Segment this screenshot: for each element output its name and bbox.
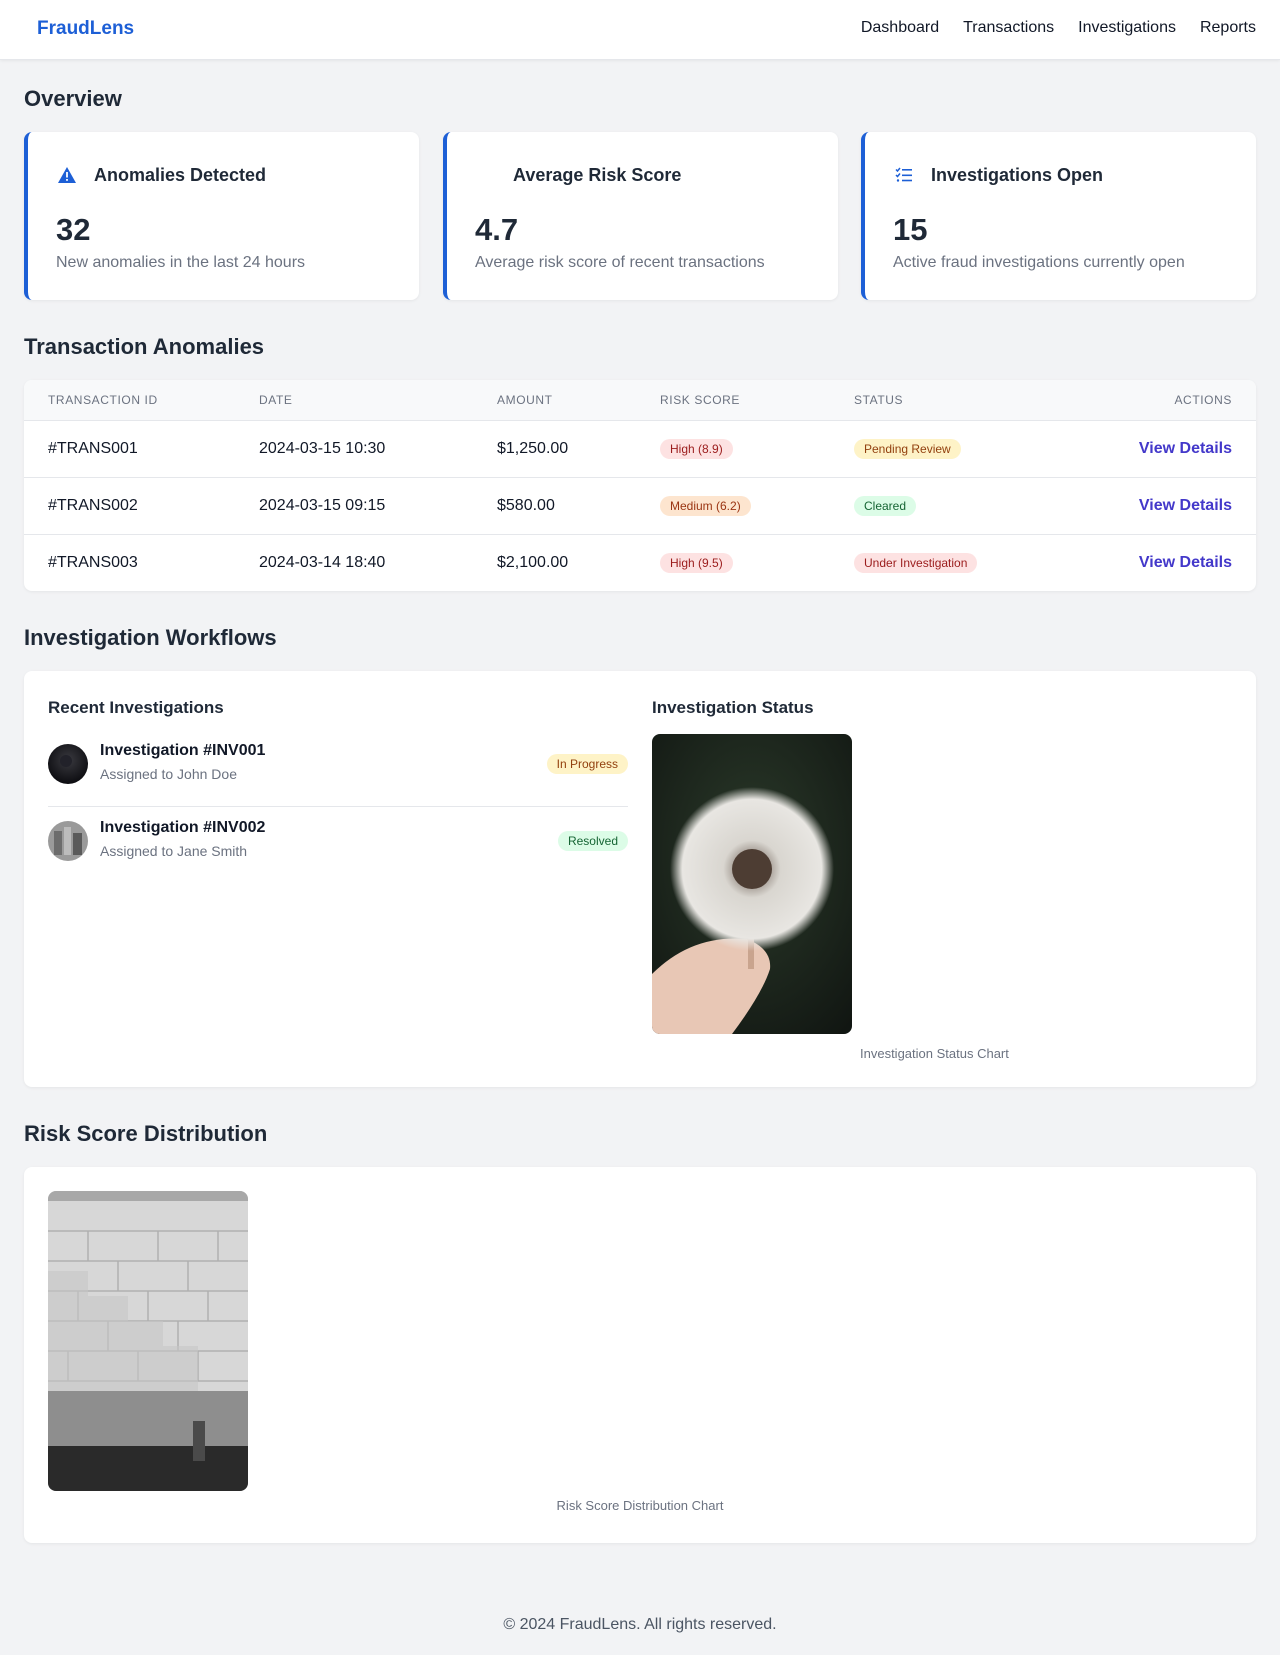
investigation-title: Investigation #INV001 [100, 742, 266, 759]
recent-investigations-title: Recent Investigations [48, 698, 224, 717]
column-header: RISK SCORE [636, 380, 830, 421]
avatar [48, 821, 88, 861]
transaction-date: 2024-03-15 10:30 [259, 439, 386, 457]
column-header: AMOUNT [473, 380, 636, 421]
footer-copyright: © 2024 FraudLens. All rights reserved. [503, 1616, 777, 1633]
column-header: TRANSACTION ID [24, 380, 235, 421]
transaction-date: 2024-03-14 18:40 [259, 553, 386, 571]
transaction-amount: $1,250.00 [497, 439, 569, 457]
risk-score-card: Average Risk Score 4.7 Average risk scor… [443, 132, 838, 300]
column-header: ACTIONS [1030, 380, 1256, 421]
card-label: Investigations Open [931, 164, 1104, 185]
warning-triangle-icon [56, 164, 78, 186]
overview-title: Overview [24, 86, 122, 111]
anomalies-table: TRANSACTION ID DATE AMOUNT RISK SCORE ST… [24, 380, 1256, 591]
brand-logo[interactable]: FraudLens [37, 18, 134, 40]
top-navbar: FraudLens Dashboard Transactions Investi… [0, 0, 1280, 60]
card-description: New anomalies in the last 24 hours [56, 254, 306, 271]
card-value: 32 [56, 212, 91, 247]
column-header: STATUS [830, 380, 1030, 421]
status-badge: Resolved [557, 831, 628, 851]
nav-investigations[interactable]: Investigations [1078, 19, 1176, 37]
transaction-id: #TRANS003 [48, 553, 138, 571]
investigation-item[interactable]: Investigation #INV002 Assigned to Jane S… [48, 807, 628, 884]
card-value: 15 [893, 212, 928, 247]
transaction-amount: $2,100.00 [497, 553, 569, 571]
transaction-id: #TRANS002 [48, 496, 138, 514]
investigation-assignee: Assigned to John Doe [100, 766, 237, 782]
card-label: Average Risk Score [513, 164, 682, 185]
transaction-amount: $580.00 [497, 496, 555, 514]
view-details-link[interactable]: View Details [1139, 554, 1232, 571]
risk-badge: Medium (6.2) [660, 495, 751, 516]
risk-badge: High (8.9) [660, 438, 733, 459]
table-row: #TRANS003 2024-03-14 18:40 $2,100.00 Hig… [24, 534, 1256, 591]
investigation-status-title: Investigation Status [652, 698, 814, 717]
status-badge: Under Investigation [854, 552, 978, 573]
card-description: Active fraud investigations currently op… [893, 254, 1185, 271]
card-value: 4.7 [475, 212, 519, 247]
workflows-panel: Recent Investigations Investigation #INV… [24, 671, 1256, 1087]
risk-title: Risk Score Distribution [24, 1121, 268, 1146]
table-row: #TRANS001 2024-03-15 10:30 $1,250.00 Hig… [24, 420, 1256, 477]
view-details-link[interactable]: View Details [1139, 497, 1232, 514]
table-row: #TRANS002 2024-03-15 09:15 $580.00 Mediu… [24, 477, 1256, 534]
chart-icon [475, 164, 497, 186]
nav-reports[interactable]: Reports [1200, 19, 1256, 37]
risk-badge: High (9.5) [660, 552, 733, 573]
status-badge: Pending Review [854, 438, 961, 459]
workflows-title: Investigation Workflows [24, 625, 277, 650]
column-header: DATE [235, 380, 473, 421]
view-details-link[interactable]: View Details [1139, 440, 1232, 457]
checklist-icon [893, 164, 915, 186]
dandelion-photo [652, 734, 852, 1034]
transaction-date: 2024-03-15 09:15 [259, 496, 386, 514]
status-badge: Cleared [854, 495, 917, 516]
risk-panel: Risk Score Distribution Chart [24, 1167, 1256, 1543]
status-badge: In Progress [546, 754, 628, 774]
transaction-id: #TRANS001 [48, 439, 138, 457]
nav-transactions[interactable]: Transactions [963, 19, 1054, 37]
investigation-status-caption: Investigation Status Chart [860, 1046, 1009, 1061]
risk-distribution-caption: Risk Score Distribution Chart [556, 1498, 724, 1513]
avatar [48, 744, 88, 784]
anomalies-card: Anomalies Detected 32 New anomalies in t… [24, 132, 419, 300]
nav-dashboard[interactable]: Dashboard [861, 19, 939, 37]
anomalies-title: Transaction Anomalies [24, 334, 265, 359]
investigations-card: Investigations Open 15 Active fraud inve… [861, 132, 1256, 300]
investigation-item[interactable]: Investigation #INV001 Assigned to John D… [48, 730, 628, 807]
card-label: Anomalies Detected [94, 164, 267, 185]
card-description: Average risk score of recent transaction… [475, 254, 765, 271]
investigation-assignee: Assigned to Jane Smith [100, 843, 248, 859]
stone-wall-photo [48, 1191, 248, 1491]
investigation-title: Investigation #INV002 [100, 819, 266, 836]
main-nav: Dashboard Transactions Investigations Re… [861, 19, 1256, 37]
